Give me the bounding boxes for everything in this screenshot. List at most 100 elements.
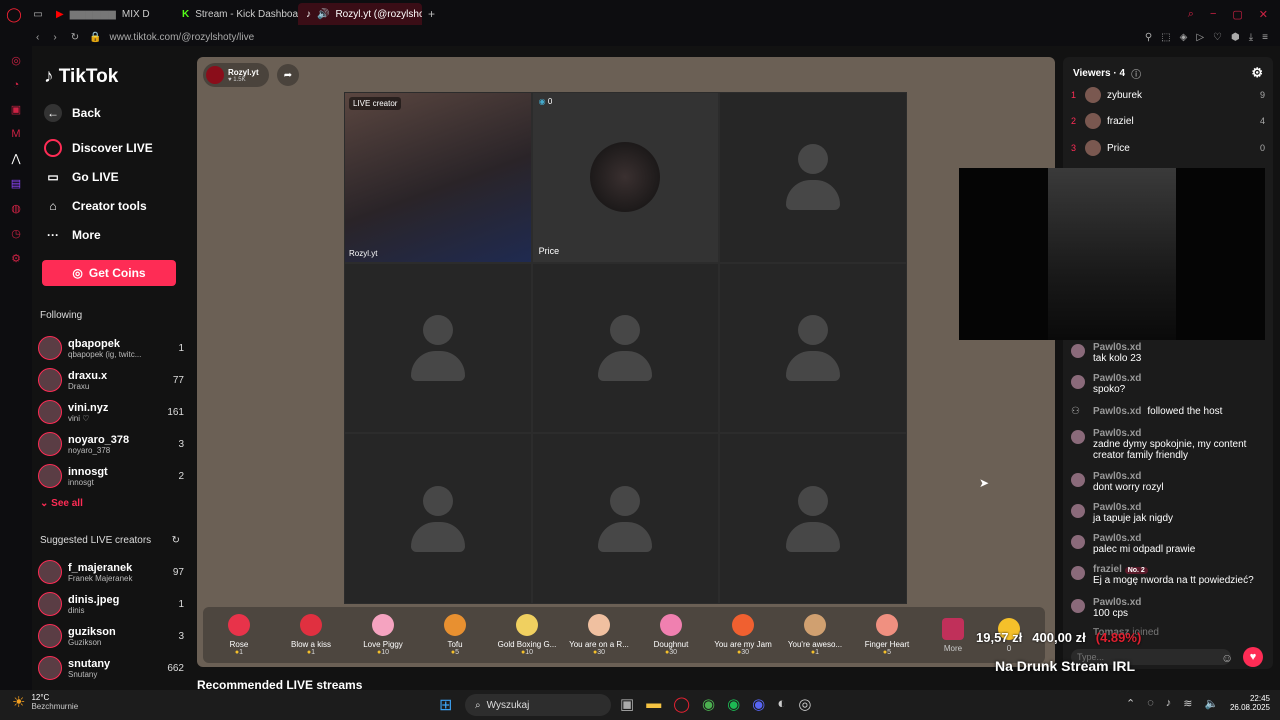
tiktok-logo[interactable]: ♪ TikTok: [44, 66, 118, 88]
empty-seat[interactable]: [719, 433, 907, 604]
emoji-icon[interactable]: ☺: [1221, 651, 1233, 665]
avatar: [38, 560, 62, 584]
sidebar-mail-icon[interactable]: M: [11, 128, 20, 140]
get-coins-button[interactable]: ◎ Get Coins: [42, 260, 176, 286]
empty-seat[interactable]: [531, 262, 720, 434]
volume-icon[interactable]: 🔈: [1204, 697, 1218, 710]
following-item[interactable]: vini.nyz vini ♡ 161: [38, 398, 184, 426]
gift-item[interactable]: You are on a R... ●30: [563, 614, 635, 656]
empty-seat[interactable]: [344, 433, 532, 604]
weather-widget[interactable]: ☀ 12°C Bezchmurnie: [12, 693, 78, 711]
like-heart-button[interactable]: ♥: [1243, 647, 1263, 667]
sidebar-music-icon[interactable]: ◍: [11, 202, 21, 215]
heart-icon[interactable]: ♡: [1213, 32, 1222, 43]
discord-icon[interactable]: ◉: [752, 695, 765, 713]
avatar: [1071, 599, 1085, 613]
settings-icon[interactable]: ⚙: [1251, 65, 1263, 81]
following-item[interactable]: noyaro_378 noyaro_378 3: [38, 430, 184, 458]
suggested-item[interactable]: guzikson Guzikson 3: [38, 622, 184, 650]
sidebar-twitch-icon[interactable]: ▤: [11, 177, 21, 190]
gift-item[interactable]: Love Piggy ●10: [347, 614, 419, 656]
viewer-row[interactable]: 3 Price 0: [1071, 140, 1265, 156]
minimize-icon[interactable]: −: [1210, 8, 1216, 21]
stream-overlay-video: [959, 168, 1265, 340]
opera-logo-icon[interactable]: ◯: [0, 6, 28, 23]
pin-icon[interactable]: ⚲: [1145, 32, 1152, 43]
search-tabs-icon[interactable]: ⌕: [1188, 8, 1194, 21]
sidebar-chat-icon[interactable]: ◔: [13, 79, 20, 91]
gift-item[interactable]: Tofu ●5: [419, 614, 491, 656]
host-chip[interactable]: Rozyl.yt ♥ 1.5K: [203, 63, 269, 87]
search-icon: ⌕: [475, 699, 481, 711]
empty-seat[interactable]: [531, 433, 720, 604]
restore-icon[interactable]: ▢: [1232, 8, 1242, 21]
new-tab-icon[interactable]: +: [428, 7, 435, 21]
url-field[interactable]: www.tiktok.com/@rozylshoty/live: [110, 32, 255, 43]
wifi-icon[interactable]: ≋: [1183, 697, 1192, 710]
taskbar-search[interactable]: ⌕ Wyszukaj: [465, 694, 611, 716]
gift-item[interactable]: You are my Jam ●30: [707, 614, 779, 656]
tab-youtube[interactable]: ▶ ▆▆▆▆▆▆ MIX D: [48, 3, 174, 25]
chevron-up-icon[interactable]: ⌃: [1126, 697, 1135, 710]
extension-icon[interactable]: ⬢: [1231, 32, 1240, 43]
viewer-row[interactable]: 1 zyburek 9: [1071, 87, 1265, 103]
tab-kick[interactable]: K Stream - Kick Dashboard: [174, 3, 298, 25]
sidebar-settings-icon[interactable]: ⚙: [11, 252, 21, 265]
suggested-item[interactable]: dinis.jpeg dinis 1: [38, 590, 184, 618]
reload-icon[interactable]: ↻: [71, 32, 79, 43]
forward-arrow-icon[interactable]: ›: [53, 32, 56, 43]
suggested-item[interactable]: snutany Snutany 662: [38, 654, 184, 682]
menu-icon[interactable]: ≡: [1262, 32, 1268, 43]
empty-seat[interactable]: [719, 92, 907, 263]
back-arrow-icon[interactable]: ‹: [36, 32, 39, 43]
microphone-icon[interactable]: ♪: [1166, 697, 1172, 710]
following-item[interactable]: qbapopek qbapopek (ig, twitc... 1: [38, 334, 184, 362]
download-icon[interactable]: ⤓: [1249, 32, 1253, 43]
play-icon[interactable]: ▷: [1196, 32, 1204, 43]
network-icon[interactable]: ◌: [1147, 697, 1154, 710]
tab-tiktok[interactable]: ♪ 🔊 Rozyl.yt (@rozylshoty: [298, 3, 422, 25]
task-view-icon[interactable]: ▣: [620, 695, 634, 713]
opera-icon[interactable]: ◯: [673, 695, 690, 713]
more-gifts-button[interactable]: More: [923, 617, 983, 653]
gift-item[interactable]: Blow a kiss ●1: [275, 614, 347, 656]
nav-discover-live[interactable]: Discover LIVE: [44, 139, 153, 157]
following-item[interactable]: innosgt innosgt 2: [38, 462, 184, 490]
gift-item[interactable]: Gold Boxing G... ●10: [491, 614, 563, 656]
file-explorer-icon[interactable]: ▬: [646, 695, 661, 713]
shield-icon[interactable]: ◈: [1180, 32, 1188, 43]
nav-more[interactable]: ··· More: [44, 226, 101, 244]
chrome-icon[interactable]: ◉: [702, 695, 715, 713]
see-all-link[interactable]: ⌄ See all: [40, 498, 83, 509]
tab-view-icon[interactable]: ▭: [28, 9, 48, 20]
nav-creator-tools[interactable]: ⌂ Creator tools: [44, 197, 146, 215]
sidebar-messenger-icon[interactable]: ▣: [11, 103, 21, 116]
gift-item[interactable]: You're aweso... ●1: [779, 614, 851, 656]
sidebar-aria-icon[interactable]: ⋀: [11, 152, 20, 165]
app-icon[interactable]: ◐: [777, 695, 786, 713]
tofu-gift-icon: [444, 614, 466, 636]
windows-start-icon[interactable]: ⊞: [439, 695, 452, 715]
spotify-icon[interactable]: ◉: [727, 695, 740, 713]
nav-go-live[interactable]: ▭ Go LIVE: [44, 168, 118, 186]
viewer-row[interactable]: 2 fraziel 4: [1071, 113, 1265, 129]
back-button[interactable]: ← Back: [44, 104, 101, 122]
share-button[interactable]: ➦: [277, 64, 299, 86]
close-icon[interactable]: ✕: [1259, 8, 1268, 21]
gift-item[interactable]: Doughnut ●30: [635, 614, 707, 656]
refresh-icon[interactable]: ↻: [172, 535, 180, 546]
clock[interactable]: 22:45 26.08.2025: [1226, 694, 1270, 712]
gift-item[interactable]: Rose ●1: [203, 614, 275, 656]
info-icon[interactable]: ⓘ: [1131, 66, 1141, 81]
gift-item[interactable]: Finger Heart ●5: [851, 614, 923, 656]
suggested-item[interactable]: f_majeranek Franek Majeranek 97: [38, 558, 184, 586]
empty-seat[interactable]: [719, 262, 907, 434]
snapshot-icon[interactable]: ⬚: [1161, 32, 1170, 43]
sidebar-clock-icon[interactable]: ◷: [11, 227, 21, 240]
empty-seat[interactable]: [344, 262, 532, 434]
following-item[interactable]: draxu.x Draxu 77: [38, 366, 184, 394]
sidebar-home-icon[interactable]: ◎: [11, 54, 21, 67]
creator-video[interactable]: LIVE creator Rozyl.yt: [344, 92, 532, 263]
obs-icon[interactable]: ◎: [798, 695, 811, 713]
guest-video-price[interactable]: ◉ 0 Price: [531, 92, 720, 263]
